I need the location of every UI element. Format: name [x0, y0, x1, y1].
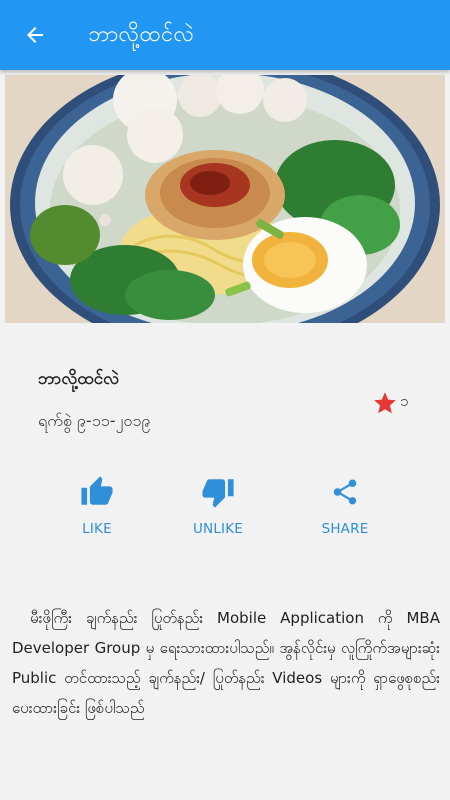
- like-button[interactable]: LIKE: [42, 475, 152, 537]
- app-bar-title: ဘာလို့ထင်လဲ: [88, 21, 195, 47]
- app-bar: ဘာလို့ထင်လဲ: [0, 0, 450, 70]
- unlike-label: UNLIKE: [192, 521, 244, 537]
- action-bar: LIKE UNLIKE SHARE: [0, 475, 450, 545]
- thumb-up-icon: [81, 476, 113, 505]
- like-label: LIKE: [82, 521, 112, 537]
- recipe-photo: [5, 75, 445, 323]
- rating-count: ၁: [400, 392, 409, 410]
- share-button[interactable]: SHARE: [290, 475, 400, 537]
- arrow-left-icon: [27, 27, 43, 43]
- rating: ၁: [372, 390, 408, 416]
- back-button[interactable]: [0, 0, 70, 70]
- star-icon: [374, 392, 396, 414]
- thumb-down-icon: [202, 479, 234, 508]
- unlike-button[interactable]: UNLIKE: [163, 475, 273, 537]
- app-description: မီးဖိုကြီး ချက်နည်း ပြုတ်နည်း Mobile App…: [12, 609, 440, 717]
- recipe-title: ဘာလို့ထင်လဲ: [38, 369, 120, 389]
- share-label: SHARE: [321, 521, 369, 537]
- recipe-date: ရက်စွဲ ၉-၁၁-၂၀၁၉: [38, 411, 151, 430]
- share-icon: [333, 479, 357, 505]
